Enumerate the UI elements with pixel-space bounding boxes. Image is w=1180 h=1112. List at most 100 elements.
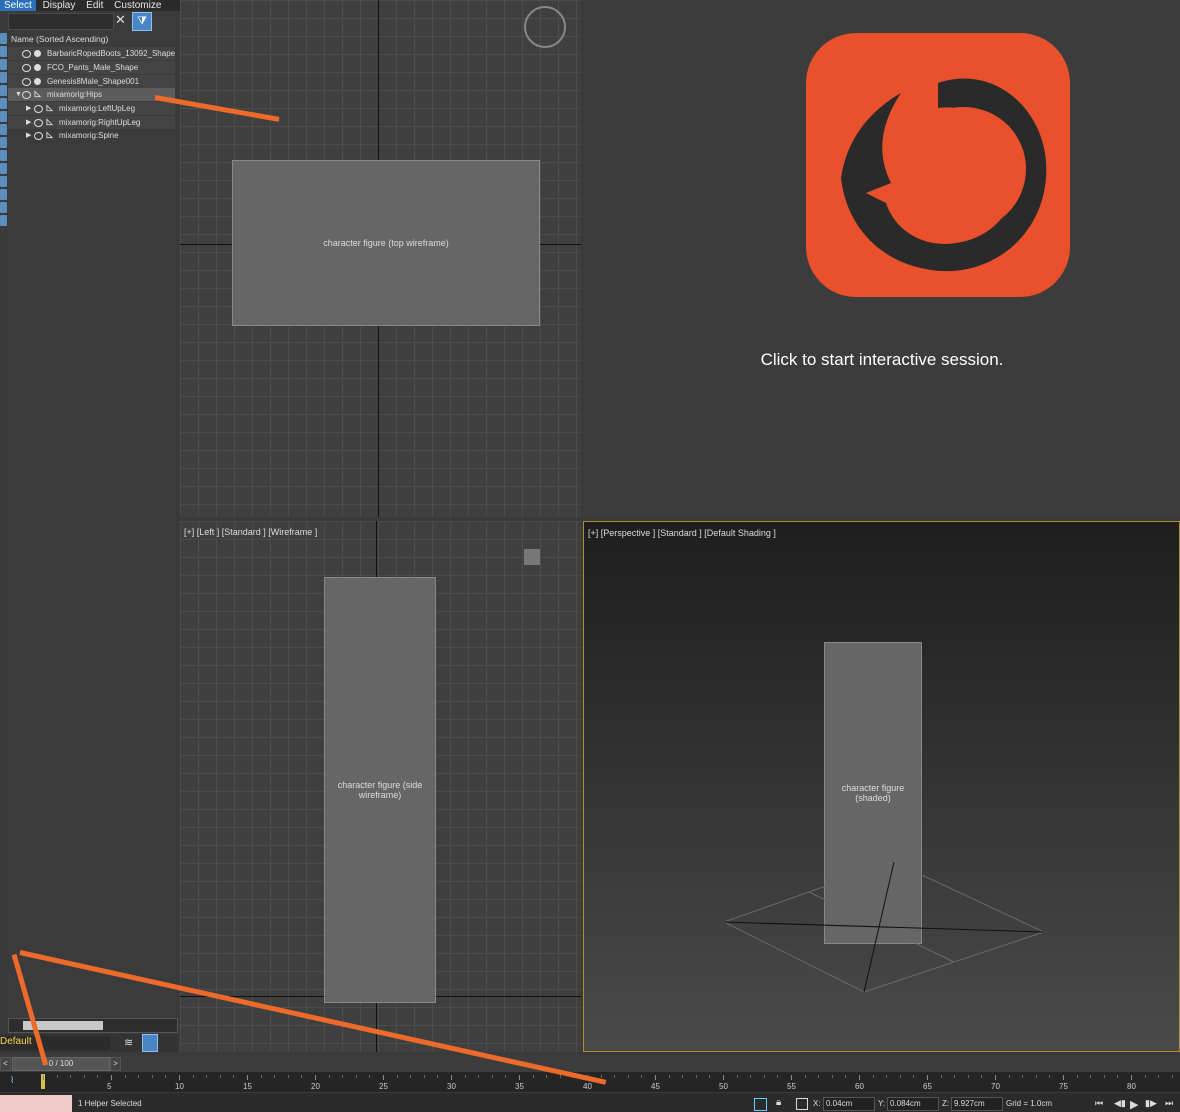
corona-logo-icon	[806, 33, 1070, 297]
character-mesh-placeholder[interactable]: character figure (top wireframe)	[232, 160, 540, 326]
list-item-selected[interactable]: ▼ mixamorig:Hips	[8, 88, 175, 101]
interactive-session-message[interactable]: Click to start interactive session.	[584, 350, 1180, 370]
character-mesh-placeholder[interactable]: character figure (side wireframe)	[324, 577, 436, 1003]
timeline-tick	[383, 1075, 384, 1080]
timeline-tick	[831, 1075, 833, 1078]
toolbar-icon[interactable]	[0, 176, 7, 187]
prev-key-icon[interactable]: ◀▮	[1114, 1098, 1126, 1109]
toolbar-icon[interactable]	[0, 189, 7, 200]
viewport-perspective[interactable]: [+] [Perspective ] [Standard ] [Default …	[583, 521, 1180, 1052]
timeline-tick	[954, 1075, 956, 1078]
timeline-tick	[451, 1075, 452, 1080]
expand-icon[interactable]: ▼	[15, 88, 22, 101]
timeline-tick	[151, 1075, 153, 1078]
go-to-start-icon[interactable]: ⏮	[1095, 1098, 1103, 1109]
eye-icon[interactable]	[34, 132, 43, 140]
list-item[interactable]: ▶ mixamorig:RightUpLeg	[8, 116, 175, 129]
toolbar-icon[interactable]	[0, 33, 7, 44]
status-text: 1 Helper Selected	[78, 1099, 142, 1108]
go-to-end-icon[interactable]: ⏭	[1165, 1098, 1173, 1109]
menu-customize[interactable]: Customize	[110, 0, 165, 11]
toolbar-icon[interactable]	[0, 137, 7, 148]
timeline-tick	[791, 1075, 792, 1080]
viewport-label[interactable]: [+] [Left ] [Standard ] [Wireframe ]	[184, 527, 317, 537]
toolbar-icon[interactable]	[0, 46, 7, 57]
timeline-tick	[845, 1075, 847, 1078]
toolbar-icon[interactable]	[0, 124, 7, 135]
menu-display[interactable]: Display	[39, 0, 80, 11]
timeline-tick-label: 45	[651, 1082, 660, 1091]
viewport-label[interactable]: [+] [Perspective ] [Standard ] [Default …	[588, 528, 776, 538]
maxscript-listener[interactable]	[0, 1095, 72, 1112]
eye-icon[interactable]	[22, 91, 31, 99]
layer-manager-icon[interactable]	[142, 1034, 158, 1052]
timeline-tick	[70, 1075, 72, 1078]
list-item[interactable]: Genesis8Male_Shape001	[8, 75, 175, 88]
search-input[interactable]	[8, 13, 114, 30]
layers-icon[interactable]: ≋	[124, 1036, 133, 1049]
lock-icon[interactable]: 🔒︎	[776, 1097, 781, 1108]
eye-icon[interactable]	[34, 119, 43, 127]
play-icon[interactable]: ▶	[1130, 1098, 1138, 1111]
timeline-tick	[995, 1075, 996, 1080]
timeline-tick	[56, 1075, 58, 1078]
y-label: Y:	[878, 1099, 886, 1108]
clear-icon[interactable]: ✕	[115, 12, 126, 28]
toolbar-icon[interactable]	[0, 202, 7, 213]
timeline-tick	[83, 1075, 85, 1078]
toolbar-icon[interactable]	[0, 72, 7, 83]
column-header[interactable]: Name (Sorted Ascending)	[11, 34, 108, 44]
next-frame-button[interactable]: >	[110, 1057, 121, 1071]
left-toolbar	[0, 33, 8, 343]
timeline-tick	[1171, 1075, 1173, 1078]
timeline-tick	[1035, 1075, 1037, 1078]
list-item[interactable]: FCO_Pants_Male_Shape	[8, 61, 175, 74]
timeline-tick-label: 15	[243, 1082, 252, 1091]
menu-edit[interactable]: Edit	[82, 0, 107, 11]
absolute-mode-icon[interactable]	[796, 1098, 808, 1110]
viewport-top[interactable]: character figure (top wireframe)	[180, 0, 581, 517]
timeline-tick	[1008, 1075, 1010, 1078]
viewcube-icon[interactable]	[524, 549, 540, 565]
toolbar-icon[interactable]	[0, 59, 7, 70]
timeline-tick-label: 80	[1127, 1082, 1136, 1091]
expand-icon[interactable]: ▶	[26, 116, 31, 129]
viewport-corona-interactive[interactable]: Click to start interactive session.	[584, 0, 1180, 518]
list-item[interactable]: ▶ mixamorig:LeftUpLeg	[8, 102, 175, 115]
timeline-tick	[1103, 1075, 1105, 1078]
expand-icon[interactable]: ▶	[26, 102, 31, 115]
toolbar-icon[interactable]	[0, 98, 7, 109]
x-coordinate-field[interactable]: 0.04cm	[823, 1097, 875, 1111]
menu-select[interactable]: Select	[0, 0, 36, 11]
layer-dropdown[interactable]: Default	[0, 1036, 110, 1050]
z-coordinate-field[interactable]: 9.927cm	[951, 1097, 1003, 1111]
prev-frame-button[interactable]: <	[0, 1057, 11, 1071]
expand-icon[interactable]: ▶	[26, 129, 31, 142]
list-item[interactable]: BarbaricRopedBoots_13092_Shape	[8, 47, 175, 60]
timeline-tick	[138, 1075, 140, 1078]
timeline-tick	[233, 1075, 235, 1078]
viewport-left[interactable]: [+] [Left ] [Standard ] [Wireframe ] cha…	[180, 521, 581, 1052]
toolbar-icon[interactable]	[0, 215, 7, 226]
toolbar-icon[interactable]	[0, 111, 7, 122]
isolate-icon[interactable]	[754, 1098, 767, 1111]
viewcube-icon[interactable]	[524, 6, 566, 48]
curve-editor-icon[interactable]: ⌇	[10, 1075, 14, 1086]
filter-icon[interactable]: ⧩	[132, 12, 152, 31]
eye-icon[interactable]	[22, 50, 31, 58]
y-coordinate-field[interactable]: 0.084cm	[887, 1097, 939, 1111]
list-item[interactable]: ▶ mixamorig:Spine	[8, 129, 175, 142]
timeline-tick-label: 25	[379, 1082, 388, 1091]
eye-icon[interactable]	[34, 105, 43, 113]
next-key-icon[interactable]: ▮▶	[1145, 1098, 1157, 1109]
timeline-tick	[315, 1075, 316, 1080]
timeline-tick	[165, 1075, 167, 1078]
timeline-tick-label: 35	[515, 1082, 524, 1091]
time-slider[interactable]: 0 / 100	[12, 1057, 110, 1071]
eye-icon[interactable]	[22, 64, 31, 72]
timeline-tick	[519, 1075, 520, 1080]
toolbar-icon[interactable]	[0, 85, 7, 96]
toolbar-icon[interactable]	[0, 150, 7, 161]
eye-icon[interactable]	[22, 78, 31, 86]
toolbar-icon[interactable]	[0, 163, 7, 174]
